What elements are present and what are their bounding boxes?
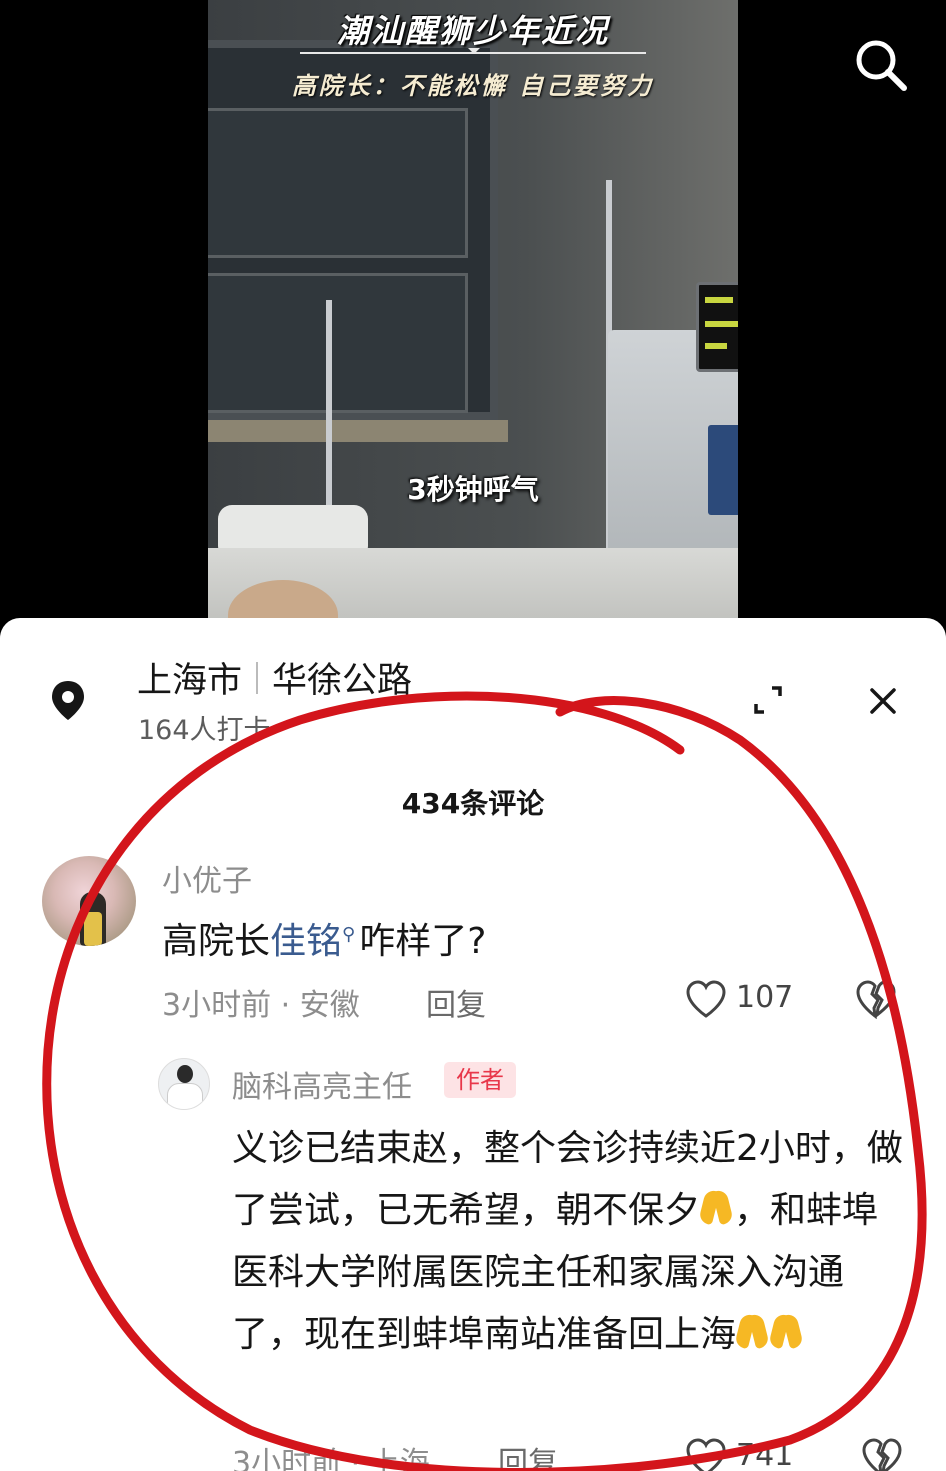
comment-text: 义诊已结束赵，整个会诊持续近2小时，做了尝试，已无希望，朝不保夕 ，和蚌埠医科大学… — [232, 1118, 910, 1366]
location-separator — [256, 661, 259, 694]
like-button[interactable] — [684, 1436, 728, 1471]
video-subtitle: 高院长：不能松懈 自己要努力 — [291, 71, 655, 100]
praying-hands-emoji — [736, 1310, 770, 1352]
expand-button[interactable] — [748, 680, 788, 720]
video-caption: 3秒钟呼气 — [407, 473, 539, 506]
close-icon — [870, 688, 896, 714]
video-title: 潮汕醒狮少年近况 — [336, 12, 609, 50]
search-button[interactable] — [850, 34, 912, 96]
comment-meta: 3小时前 · 安徽 — [162, 988, 360, 1023]
reply-button[interactable]: 回复 — [498, 1438, 558, 1471]
video-frame[interactable]: 潮汕醒狮少年近况 高院长：不能松懈 自己要努力 3秒钟呼气 — [208, 0, 738, 640]
comment-username[interactable]: 小优子 — [162, 856, 252, 900]
comment-text-part: 高院长 — [162, 921, 271, 962]
search-keyword-link[interactable]: 佳铭 — [270, 921, 342, 962]
dislike-button[interactable] — [854, 978, 896, 1020]
like-button[interactable] — [684, 978, 728, 1020]
video-scene-window-pane — [208, 108, 468, 258]
praying-hands-emoji — [770, 1310, 804, 1352]
location-link[interactable]: 上海市 华徐公路 — [137, 652, 412, 703]
location-road: 华徐公路 — [272, 661, 413, 701]
monitor-reading — [705, 321, 738, 327]
location-pin-icon — [46, 678, 90, 722]
like-count: 741 — [736, 1438, 794, 1471]
comment-meta: 3小时前 · 上海 — [232, 1446, 430, 1471]
video-scene-window-pane — [208, 273, 468, 413]
close-button[interactable] — [862, 680, 904, 722]
avatar-figure — [177, 1065, 193, 1083]
avatar-figure — [80, 892, 106, 946]
praying-hands-emoji — [700, 1186, 734, 1228]
reply-button[interactable]: 回复 — [426, 980, 486, 1024]
broken-heart-icon — [862, 1438, 902, 1471]
video-player[interactable]: 潮汕醒狮少年近况 高院长：不能松懈 自己要努力 3秒钟呼气 — [0, 0, 946, 640]
comment-text-part: 咋样了? — [359, 921, 487, 962]
avatar[interactable] — [42, 856, 136, 946]
video-scene-windowsill — [208, 420, 508, 442]
checkin-count: 164人打卡 — [138, 715, 271, 746]
comment-count: 434条评论 — [401, 787, 545, 820]
avatar[interactable] — [158, 1058, 210, 1110]
avatar-figure — [167, 1083, 203, 1109]
location-city: 上海市 — [137, 661, 243, 701]
dislike-button[interactable] — [860, 1436, 902, 1471]
comment-text: 高院长佳铭⚲ 咋样了? — [162, 912, 486, 964]
search-icon — [856, 40, 907, 91]
monitor-reading — [705, 343, 727, 349]
author-badge: 作者 — [444, 1062, 516, 1098]
video-scene-monitor — [696, 282, 738, 372]
monitor-reading — [705, 297, 733, 303]
video-title-divider — [300, 48, 646, 54]
heart-icon — [686, 980, 726, 1018]
search-keyword-icon: ⚲ — [342, 924, 356, 945]
heart-icon — [686, 1438, 726, 1471]
expand-icon — [754, 686, 782, 714]
like-count: 107 — [736, 980, 794, 1015]
broken-heart-icon — [856, 980, 896, 1020]
comment-username[interactable]: 脑科高亮主任 — [232, 1062, 412, 1106]
